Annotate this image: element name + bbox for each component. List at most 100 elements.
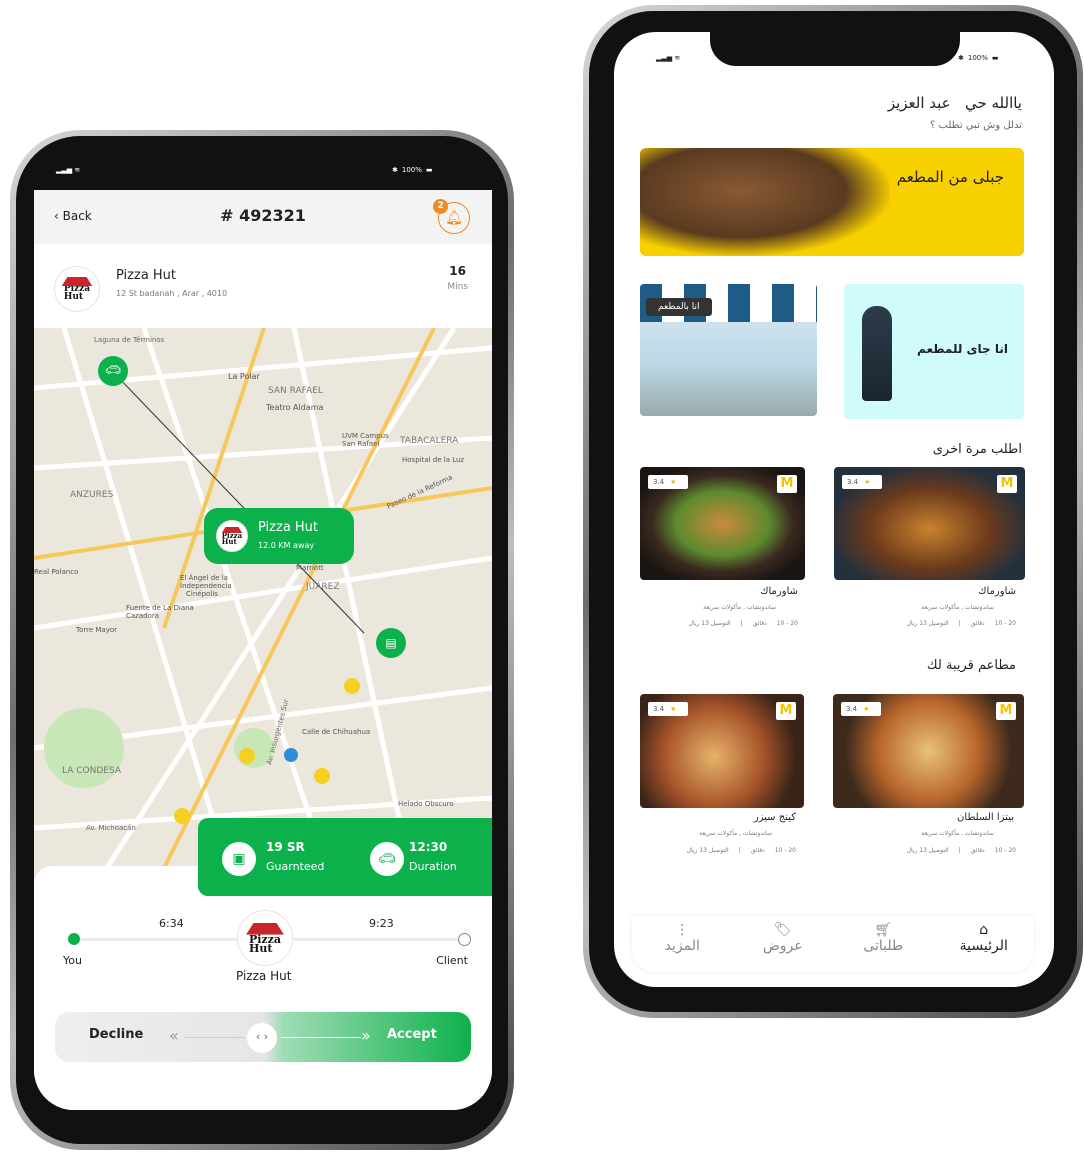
money-icon: ▣ xyxy=(222,842,256,876)
map[interactable]: Laguna de Términos SAN RAFAEL Teatro Ald… xyxy=(34,328,492,888)
dine-in-card[interactable]: انا بالمطعم xyxy=(640,284,817,416)
burger-image: 3.4 ★ M xyxy=(640,467,805,580)
signal-icon: ▂▃▅ ≋ xyxy=(656,54,681,62)
slider-handle[interactable]: ‹ › xyxy=(247,1023,277,1053)
order-number: # 492321 xyxy=(220,206,306,225)
card-tags: ساندوتشات , مأكولات سريعة xyxy=(921,830,994,837)
card-meta: 20 - 10 دقائق | التوصيل 13 ريال xyxy=(688,620,798,627)
nav-orders[interactable]: 🛒︎ طلباتى xyxy=(833,916,934,972)
map-label: Marriott xyxy=(296,564,324,572)
map-label: SAN RAFAEL xyxy=(268,386,323,396)
food-marker-icon[interactable] xyxy=(239,748,255,764)
time-to-restaurant: 6:34 xyxy=(159,917,184,930)
pizza-image: 3.4 ★ M xyxy=(640,694,804,808)
price-value: 19 SR xyxy=(266,840,305,854)
notch xyxy=(138,150,388,184)
trip-info-card: ▣ 19 SR Guarnteed 🚗︎ 12:30 Duration xyxy=(198,818,492,896)
greeting-hello: ياالله حي xyxy=(964,94,1022,112)
map-label: La Polar xyxy=(228,372,260,381)
brand-logo: M xyxy=(776,702,796,720)
eta-unit: Mins xyxy=(447,282,468,292)
brand-logo: M xyxy=(777,475,797,493)
food-marker-icon[interactable] xyxy=(174,808,190,824)
map-label: Torre Mayor xyxy=(76,626,118,634)
mid-label: Pizza Hut xyxy=(236,969,292,983)
pickup-banner[interactable]: جبلى من المطعم xyxy=(640,148,1024,256)
user-name: عبد العزيز xyxy=(887,94,951,112)
header: ‹ Back # 492321 🔔︎ 2 xyxy=(34,190,492,244)
kebab-image xyxy=(640,148,890,256)
bottom-nav: ⌂ الرئيسية 🛒︎ طلباتى 🏷︎ عروض ⋮ المزيد xyxy=(632,916,1034,972)
section-nearby: مطاعم قريبة لك xyxy=(926,658,1016,673)
pizza-hut-logo: Pizza Hut xyxy=(237,910,293,966)
eta-value: 16 xyxy=(449,264,466,278)
bottom-sheet xyxy=(34,866,492,1110)
food-marker-icon[interactable] xyxy=(314,768,330,784)
restaurant-card: Pizza Hut Pizza Hut 12 St badanah , Arar … xyxy=(34,246,492,328)
duration-value: 12:30 xyxy=(409,840,448,854)
notch xyxy=(710,32,960,66)
accept-decline-slider[interactable]: Decline « ‹ › » Accept xyxy=(55,1012,471,1062)
restaurant-marker-icon[interactable]: ▤ xyxy=(376,628,406,658)
restaurant-map-callout[interactable]: Pizza Hut Pizza Hut 12.0 KM away xyxy=(204,508,354,564)
map-label: Av. Michoacán xyxy=(86,824,136,832)
card-tags: ساندوتشات , مأكولات سريعة xyxy=(703,604,776,611)
status-battery: ✱ 100% ▬ xyxy=(392,166,433,174)
time-to-client: 9:23 xyxy=(369,917,394,930)
burger-image: 3.4 ★ M xyxy=(834,467,1025,580)
car-icon: 🚗︎ xyxy=(370,842,404,876)
walking-man-image xyxy=(862,306,892,401)
bell-icon: 🔔︎ xyxy=(445,210,463,226)
more-icon: ⋮ xyxy=(675,922,690,938)
map-label: El Ángel de la Independencia xyxy=(180,574,232,590)
section-reorder: اطلب مرة اخرى xyxy=(932,442,1022,457)
card-tags: ساندوتشات , مأكولات سريعة xyxy=(699,830,772,837)
pizza-image: 3.4 ★ M xyxy=(833,694,1024,808)
chevrons-left-icon: « xyxy=(169,1026,179,1045)
callout-name: Pizza Hut xyxy=(258,520,319,535)
card-name: كينج سيزر xyxy=(753,812,796,823)
greeting: ياالله حي عبد العزيز xyxy=(888,94,1022,112)
tag-icon: 🏷︎ xyxy=(773,922,792,938)
notification-badge: 2 xyxy=(433,199,448,214)
map-label: Teatro Aldama xyxy=(266,403,324,412)
map-label: Laguna de Términos xyxy=(94,336,165,344)
nav-home[interactable]: ⌂ الرئيسية xyxy=(934,916,1035,972)
decline-label: Decline xyxy=(89,1027,144,1042)
card-meta: 20 - 10 دقائق | التوصيل 13 ريال xyxy=(686,847,796,854)
food-marker-icon[interactable] xyxy=(344,678,360,694)
nav-more[interactable]: ⋮ المزيد xyxy=(632,916,733,972)
start-dot xyxy=(68,933,80,945)
notification-button[interactable]: 🔔︎ 2 xyxy=(433,199,470,234)
chevrons-right-icon: » xyxy=(361,1026,371,1045)
callout-distance: 12.0 KM away xyxy=(258,541,315,550)
brand-logo: M xyxy=(997,475,1017,493)
dine-in-label: انا بالمطعم xyxy=(646,298,712,316)
map-label: UVM Campus San Rafael xyxy=(342,432,389,448)
status-battery: ✱ 100% ▬ xyxy=(958,54,999,62)
card-tags: ساندوتشات , مأكولات سريعة xyxy=(921,604,994,611)
bar-marker-icon[interactable] xyxy=(284,748,298,762)
end-label: Client xyxy=(436,954,468,967)
pizza-hut-logo: Pizza Hut xyxy=(216,520,248,552)
restaurant-address: 12 St badanah , Arar , 4010 xyxy=(116,289,228,298)
map-label: Helado Obscuro xyxy=(398,800,454,808)
map-label: Calle de Chihuahua xyxy=(302,728,371,736)
car-marker-icon[interactable]: 🚗︎ xyxy=(98,356,128,386)
brand-logo: M xyxy=(996,702,1016,720)
end-dot xyxy=(458,933,471,946)
nav-offers[interactable]: 🏷︎ عروض xyxy=(733,916,834,972)
signal-icon: ▂▃▅ ≋ xyxy=(56,166,81,174)
map-label: TABACALERA xyxy=(400,436,459,446)
coming-card[interactable]: انا جاى للمطعم xyxy=(844,284,1024,419)
home-icon: ⌂ xyxy=(979,922,989,938)
cart-icon: 🛒︎ xyxy=(874,922,893,938)
rating-badge: 3.4 ★ xyxy=(648,475,688,489)
coming-label: انا جاى للمطعم xyxy=(917,342,1008,356)
banner-title: جبلى من المطعم xyxy=(896,168,1004,186)
card-name: شاورماك xyxy=(760,586,798,597)
map-label: LA CONDESA xyxy=(62,766,121,776)
start-label: You xyxy=(63,954,82,967)
map-label: Fuente de La Diana Cazadora xyxy=(126,604,194,620)
customer-screen: ياالله حي عبد العزيز تدلل وش تبي تطلب ؟ … xyxy=(614,32,1054,987)
